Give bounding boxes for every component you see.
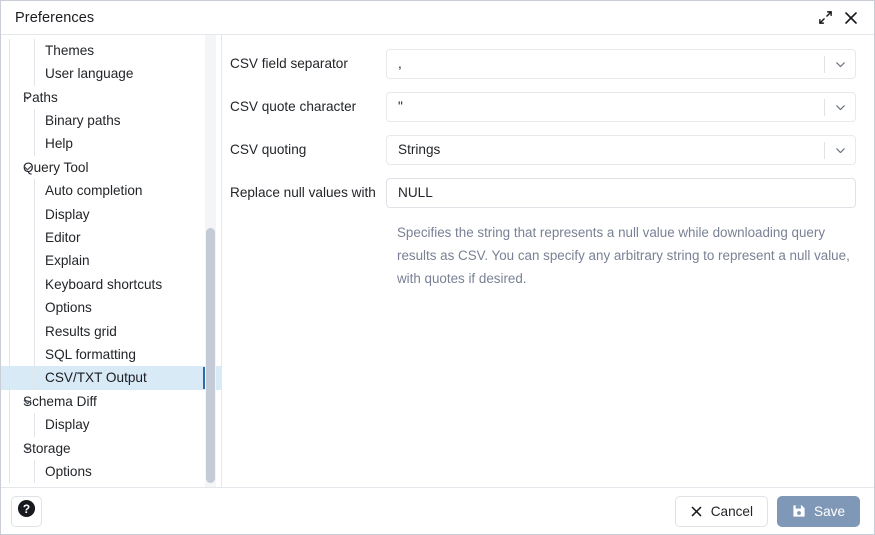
save-floppy-icon: [792, 504, 806, 518]
replace-null-values-with-label: Replace null values with: [230, 178, 386, 201]
sidebar-item-label: Help: [45, 137, 73, 151]
csv-field-separator-control: ,: [386, 49, 856, 79]
sidebar-item-auto-completion[interactable]: Auto completion: [1, 179, 221, 202]
sidebar-item-storage[interactable]: Storage: [1, 437, 221, 460]
chevron-down-icon[interactable]: [22, 396, 33, 407]
null-value-help-text: Specifies the string that represents a n…: [386, 221, 856, 290]
sidebar-item-label: CSV/TXT Output: [45, 371, 147, 385]
form-row-csv-quoting: CSV quoting Strings: [230, 135, 856, 165]
csv-quoting-control: Strings: [386, 135, 856, 165]
sidebar-item-label: Keyboard shortcuts: [45, 278, 162, 292]
replace-null-values-with-control: NULL: [386, 178, 856, 208]
sidebar-item-display[interactable]: Display: [1, 203, 221, 226]
sidebar-item-label: Display: [45, 418, 90, 432]
sidebar-item-keyboard-shortcuts[interactable]: Keyboard shortcuts: [1, 273, 221, 296]
chevron-down-icon[interactable]: [22, 92, 33, 103]
chevron-down-icon[interactable]: [825, 50, 855, 78]
csv-output-form: CSV field separator, CSV quote character "…: [230, 49, 856, 208]
preferences-tree: Themes User language Paths Binary paths Help…: [1, 35, 221, 487]
close-x-icon: [690, 505, 703, 518]
sidebar-item-themes[interactable]: Themes: [1, 39, 221, 62]
save-button[interactable]: Save: [777, 496, 860, 527]
sidebar-item-display[interactable]: Display: [1, 413, 221, 436]
chevron-down-icon[interactable]: [22, 443, 33, 454]
sidebar-item-label: Themes: [45, 44, 94, 58]
sidebar-item-paths[interactable]: Paths: [1, 86, 221, 109]
chevron-down-icon[interactable]: [825, 136, 855, 164]
sidebar-item-label: Editor: [45, 231, 81, 245]
form-row-csv-quote-character: CSV quote character ": [230, 92, 856, 122]
sidebar-item-user-language[interactable]: User language: [1, 62, 221, 85]
preferences-dialog: Preferences Themes User language Paths Bina…: [0, 0, 875, 535]
cancel-button-label: Cancel: [711, 504, 753, 519]
expand-icon[interactable]: [812, 5, 838, 31]
sidebar-item-label: User language: [45, 67, 133, 81]
dialog-title: Preferences: [15, 10, 812, 26]
replace-null-values-with-value: NULL: [398, 186, 855, 200]
preferences-content: CSV field separator, CSV quote character "…: [222, 35, 874, 487]
sidebar-item-label: Display: [45, 208, 90, 222]
csv-field-separator-value: ,: [398, 57, 824, 71]
sidebar-scrollbar-track[interactable]: [205, 35, 216, 487]
sidebar-item-options[interactable]: Options: [1, 296, 221, 319]
sidebar-item-label: Binary paths: [45, 114, 121, 128]
sidebar-item-label: SQL formatting: [45, 348, 136, 362]
csv-field-separator-select[interactable]: ,: [386, 49, 856, 79]
csv-quote-character-select[interactable]: ": [386, 92, 856, 122]
dialog-titlebar: Preferences: [1, 1, 874, 35]
cancel-button[interactable]: Cancel: [675, 496, 768, 527]
sidebar-item-query-tool[interactable]: Query Tool: [1, 156, 221, 179]
preferences-sidebar: Themes User language Paths Binary paths Help…: [1, 35, 222, 487]
save-button-label: Save: [814, 504, 845, 519]
sidebar-item-label: Results grid: [45, 325, 117, 339]
sidebar-item-sql-formatting[interactable]: SQL formatting: [1, 343, 221, 366]
chevron-down-icon[interactable]: [22, 162, 33, 173]
sidebar-item-binary-paths[interactable]: Binary paths: [1, 109, 221, 132]
help-button[interactable]: ?: [11, 496, 42, 527]
svg-text:?: ?: [23, 502, 30, 516]
sidebar-item-editor[interactable]: Editor: [1, 226, 221, 249]
chevron-down-icon[interactable]: [825, 93, 855, 121]
sidebar-item-label: Auto completion: [45, 184, 142, 198]
sidebar-item-label: Options: [45, 465, 92, 479]
question-mark-icon: ?: [17, 499, 36, 523]
sidebar-item-label: Options: [45, 301, 92, 315]
sidebar-item-schema-diff[interactable]: Schema Diff: [1, 390, 221, 413]
csv-quoting-label: CSV quoting: [230, 135, 386, 158]
sidebar-item-csv-txt-output[interactable]: CSV/TXT Output: [1, 366, 221, 389]
dialog-footer: ? Cancel Save: [1, 487, 874, 534]
dialog-body: Themes User language Paths Binary paths Help…: [1, 35, 874, 487]
sidebar-scrollbar-thumb[interactable]: [206, 228, 215, 483]
form-row-csv-field-separator: CSV field separator,: [230, 49, 856, 79]
replace-null-values-with-input[interactable]: NULL: [386, 178, 856, 208]
sidebar-item-label: Schema Diff: [23, 395, 97, 409]
sidebar-item-label: Explain: [45, 254, 90, 268]
sidebar-item-help[interactable]: Help: [1, 133, 221, 156]
csv-quote-character-value: ": [398, 100, 824, 114]
csv-quote-character-control: ": [386, 92, 856, 122]
csv-quoting-value: Strings: [398, 143, 824, 157]
sidebar-item-explain[interactable]: Explain: [1, 250, 221, 273]
csv-field-separator-label: CSV field separator: [230, 49, 386, 72]
sidebar-item-results-grid[interactable]: Results grid: [1, 320, 221, 343]
form-row-replace-null-values-with: Replace null values with NULL: [230, 178, 856, 208]
csv-quote-character-label: CSV quote character: [230, 92, 386, 115]
close-icon[interactable]: [838, 5, 864, 31]
sidebar-item-options[interactable]: Options: [1, 460, 221, 483]
csv-quoting-select[interactable]: Strings: [386, 135, 856, 165]
